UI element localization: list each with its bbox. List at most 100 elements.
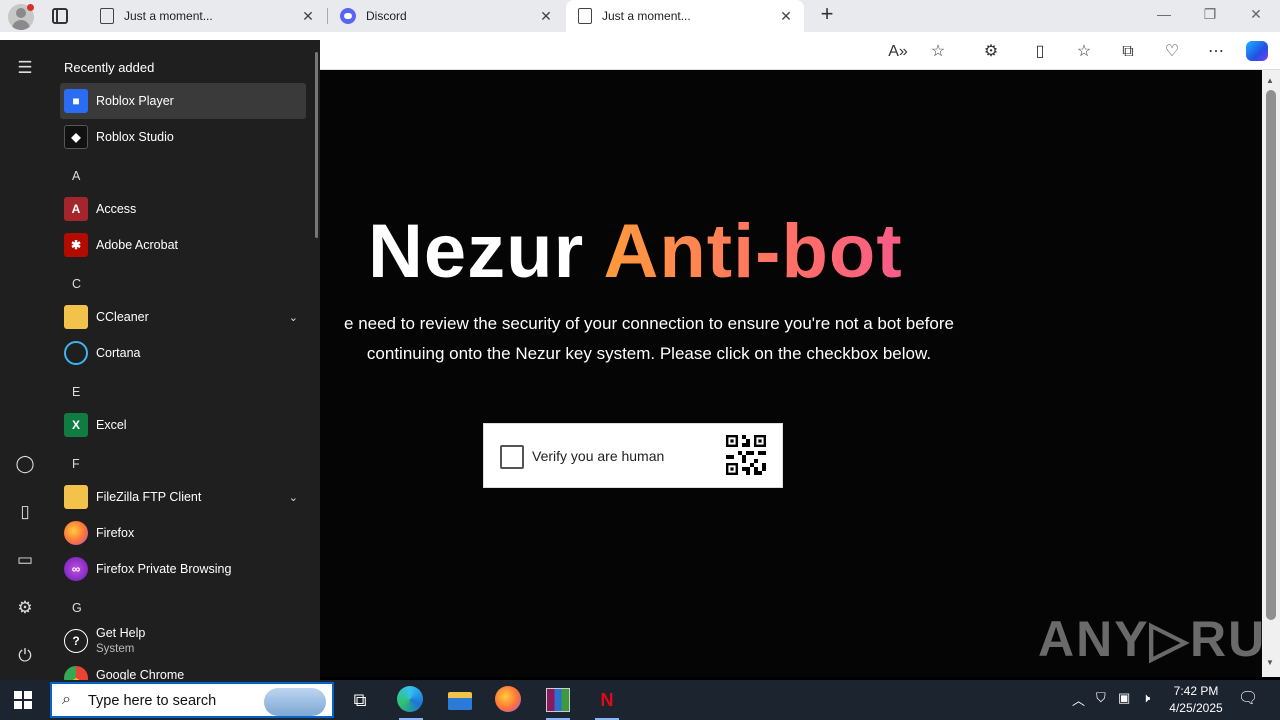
recently-added-heading: Recently added xyxy=(64,60,155,75)
performance-icon[interactable]: ♡ xyxy=(1162,42,1182,62)
scroll-thumb[interactable] xyxy=(1266,90,1276,620)
network-icon[interactable]: ▣ xyxy=(1118,690,1130,706)
edge-taskbar-icon[interactable] xyxy=(397,686,425,720)
netflix-taskbar-icon[interactable]: N xyxy=(593,686,621,720)
page-icon xyxy=(100,8,114,24)
favorites-icon[interactable]: ☆ xyxy=(1074,42,1094,62)
captcha-widget: Verify you are human xyxy=(483,423,783,488)
volume-icon[interactable]: 🕨 xyxy=(1142,690,1150,706)
restore-button[interactable]: ❐ xyxy=(1200,6,1220,23)
app-label: Get Help xyxy=(96,626,146,640)
tab-close-icon[interactable]: ✕ xyxy=(538,8,554,25)
get-help-icon: ? xyxy=(64,629,88,653)
search-icon: ⌕ xyxy=(62,691,71,708)
app-label: Cortana xyxy=(96,346,141,360)
power-icon[interactable]: ⏻ xyxy=(15,646,35,666)
taskbar-search-box[interactable]: ⌕ Type here to search xyxy=(50,682,334,718)
app-label: FileZilla FTP Client xyxy=(96,490,202,504)
file-explorer-icon[interactable] xyxy=(446,686,474,714)
tab-discord[interactable]: Discord ✕ xyxy=(328,0,564,32)
task-view-icon[interactable]: ⧉ xyxy=(346,686,374,714)
chevron-down-icon[interactable]: ⌄ xyxy=(289,491,298,504)
app-label: Access xyxy=(96,202,137,216)
letter-header-f[interactable]: F xyxy=(72,457,80,471)
letter-header-a[interactable]: A xyxy=(72,169,80,183)
app-excel[interactable]: X Excel xyxy=(60,407,306,443)
scroll-up-icon[interactable]: ▲ xyxy=(1266,76,1274,85)
scroll-down-icon[interactable]: ▼ xyxy=(1266,658,1274,667)
tab-actions-icon[interactable] xyxy=(52,8,68,24)
tab-just-a-moment-1[interactable]: Just a moment... ✕ xyxy=(88,0,326,32)
heading-anti-bot: Anti-bot xyxy=(603,209,903,294)
firefox-icon xyxy=(64,521,88,545)
chevron-down-icon[interactable]: ⌄ xyxy=(289,311,298,324)
app-sublabel: System xyxy=(96,643,135,655)
user-account-icon[interactable]: ◯ xyxy=(15,454,35,474)
letter-header-e[interactable]: E xyxy=(72,385,80,399)
tab-title: Discord xyxy=(366,9,407,23)
letter-header-c[interactable]: C xyxy=(72,277,81,291)
app-folder-ccleaner[interactable]: CCleaner ⌄ xyxy=(60,299,306,335)
app-roblox-studio[interactable]: ◆ Roblox Studio xyxy=(60,119,306,155)
app-roblox-player[interactable]: ■ Roblox Player xyxy=(60,83,306,119)
firefox-taskbar-icon[interactable] xyxy=(495,686,523,714)
app-label: Roblox Studio xyxy=(96,130,174,144)
taskbar-clock[interactable]: 7:42 PM 4/25/2025 xyxy=(1160,683,1232,717)
verify-checkbox[interactable] xyxy=(500,445,524,469)
hamburger-menu-icon[interactable]: ☰ xyxy=(15,58,35,78)
app-cortana[interactable]: Cortana xyxy=(60,335,306,371)
copilot-icon[interactable] xyxy=(1246,41,1268,61)
app-firefox-private[interactable]: ∞ Firefox Private Browsing xyxy=(60,551,306,587)
favorite-star-icon[interactable]: ☆ xyxy=(928,42,948,62)
access-icon: A xyxy=(64,197,88,221)
letter-header-g[interactable]: G xyxy=(72,601,82,615)
tab-close-icon[interactable]: ✕ xyxy=(300,8,316,25)
roblox-studio-icon: ◆ xyxy=(64,125,88,149)
tab-title: Just a moment... xyxy=(124,9,213,23)
description-line-2: continuing onto the Nezur key system. Pl… xyxy=(366,344,932,363)
search-highlight-image xyxy=(264,688,326,716)
app-label: Adobe Acrobat xyxy=(96,238,179,252)
tab-just-a-moment-2[interactable]: Just a moment... ✕ xyxy=(566,0,804,32)
winrar-taskbar-icon[interactable] xyxy=(544,686,572,720)
settings-gear-icon[interactable]: ⚙ xyxy=(15,598,35,618)
page-scrollbar[interactable]: ▲ ▼ xyxy=(1262,70,1280,677)
app-label: Google Chrome xyxy=(96,668,185,680)
more-icon[interactable]: ⋯ xyxy=(1206,42,1226,62)
read-aloud-icon[interactable]: A» xyxy=(888,42,908,62)
close-window-button[interactable]: ✕ xyxy=(1246,6,1266,23)
notifications-icon[interactable]: 🗨 xyxy=(1238,688,1258,708)
chrome-icon xyxy=(64,666,88,680)
roblox-player-icon: ■ xyxy=(64,89,88,113)
taskbar: ⌕ Type here to search ⧉ N ︿ ⛉ ▣ 🕨 7:42 P… xyxy=(0,680,1280,720)
tab-title: Just a moment... xyxy=(602,9,691,23)
acrobat-icon: ✱ xyxy=(64,233,88,257)
show-hidden-icons-chevron[interactable]: ︿ xyxy=(1072,690,1085,709)
collections-icon[interactable]: ⧉ xyxy=(1118,42,1138,62)
pictures-icon[interactable]: ▭ xyxy=(15,550,35,570)
excel-icon: X xyxy=(64,413,88,437)
documents-icon[interactable]: ▯ xyxy=(15,502,35,522)
app-folder-filezilla[interactable]: FileZilla FTP Client ⌄ xyxy=(60,479,306,515)
extensions-icon[interactable]: ⚙ xyxy=(981,42,1001,62)
tab-close-icon[interactable]: ✕ xyxy=(778,8,794,25)
app-firefox[interactable]: Firefox xyxy=(60,515,306,551)
security-tray-icon[interactable]: ⛉ xyxy=(1096,690,1106,706)
split-screen-icon[interactable]: ▯ xyxy=(1030,42,1050,62)
page-description: e need to review the security of your co… xyxy=(316,309,982,369)
start-menu-scrollbar[interactable] xyxy=(315,52,318,238)
anyrun-watermark: ANY▷RUN xyxy=(1038,611,1280,667)
folder-icon xyxy=(64,305,88,329)
minimize-button[interactable]: — xyxy=(1154,6,1174,22)
windows-start-button[interactable] xyxy=(14,691,32,709)
app-get-help[interactable]: ? Get Help System xyxy=(60,623,306,659)
desktop: Just a moment... ✕ Discord ✕ Just a mome… xyxy=(0,0,1280,720)
app-label: Firefox Private Browsing xyxy=(96,562,232,576)
app-adobe-acrobat[interactable]: ✱ Adobe Acrobat xyxy=(60,227,306,263)
firefox-private-icon: ∞ xyxy=(64,557,88,581)
app-access[interactable]: A Access xyxy=(60,191,306,227)
page-heading: Nezur Anti-bot xyxy=(368,208,903,295)
browser-tab-bar: Just a moment... ✕ Discord ✕ Just a mome… xyxy=(0,0,1280,32)
new-tab-button[interactable]: + xyxy=(816,3,838,26)
app-google-chrome[interactable]: Google Chrome xyxy=(60,664,306,680)
